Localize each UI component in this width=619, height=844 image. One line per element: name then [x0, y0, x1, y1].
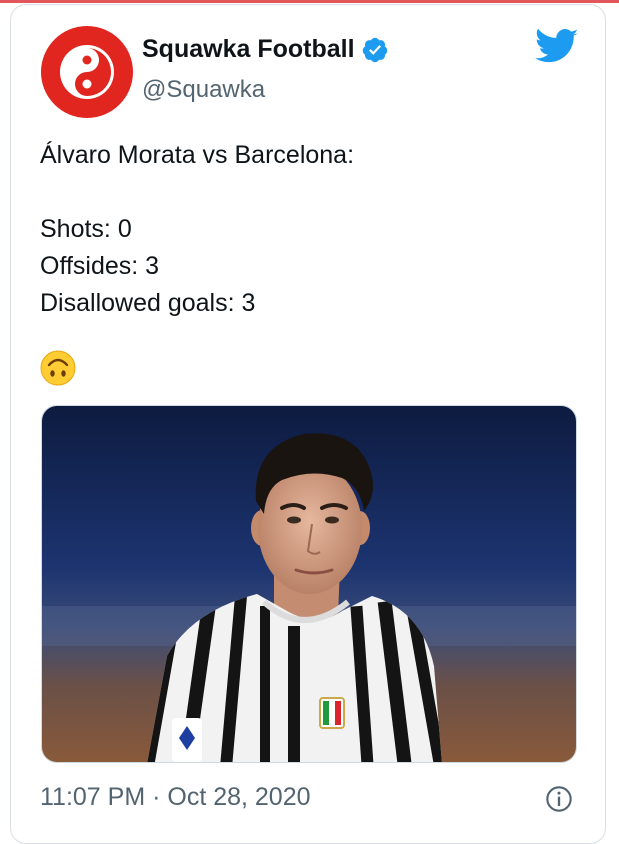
- player-photo: [42, 406, 576, 762]
- tweet-text-line: Offsides: 3: [40, 252, 160, 280]
- twitter-bird-icon[interactable]: [535, 27, 579, 67]
- author-avatar[interactable]: [41, 26, 133, 118]
- tweet-media-photo[interactable]: [41, 405, 577, 763]
- tweet-text-line: Álvaro Morata vs Barcelona:: [40, 141, 355, 169]
- tweet-text-line: Disallowed goals: 3: [40, 289, 256, 317]
- upside-down-face-emoji: [40, 350, 76, 386]
- tweet-timestamp[interactable]: 11:07 PM · Oct 28, 2020: [40, 783, 311, 812]
- author-name-label: Squawka Football: [142, 35, 355, 63]
- verified-badge-icon: [362, 37, 387, 62]
- tweet-text-line: Shots: 0: [40, 215, 132, 243]
- info-icon[interactable]: [545, 785, 573, 813]
- tweet-card[interactable]: Squawka Football @Squawka Álvaro Morata …: [10, 4, 606, 844]
- author-name[interactable]: Squawka Football: [142, 35, 389, 64]
- squawka-logo-icon: [41, 26, 133, 118]
- tweet-text-line: [40, 174, 354, 211]
- author-handle[interactable]: @Squawka: [142, 76, 265, 104]
- top-edge-line: [0, 0, 619, 3]
- tweet-text: Álvaro Morata vs Barcelona: Shots: 0 Off…: [40, 137, 354, 322]
